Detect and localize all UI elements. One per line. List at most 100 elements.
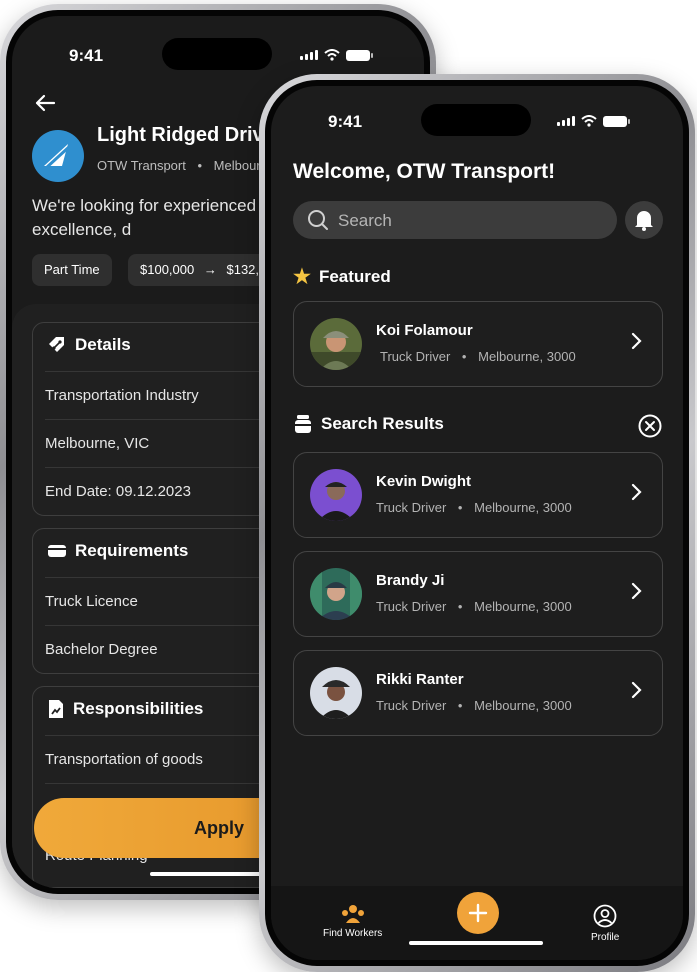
job-company-location: OTW Transport • Melbour bbox=[97, 158, 261, 173]
worker-meta: Truck Driver • Melbourne, 3000 bbox=[380, 349, 576, 364]
separator-dot: • bbox=[197, 158, 203, 173]
nav-find-workers[interactable]: Find Workers bbox=[323, 904, 382, 939]
divider bbox=[45, 625, 293, 626]
detail-industry: Transportation Industry bbox=[45, 387, 199, 404]
profile-icon bbox=[593, 904, 617, 928]
chevron-right-icon bbox=[631, 582, 642, 600]
job-company: OTW Transport bbox=[97, 158, 186, 173]
worker-location: Melbourne, 3000 bbox=[474, 698, 572, 713]
people-icon bbox=[341, 905, 364, 923]
plus-icon bbox=[468, 903, 488, 923]
worker-name: Koi Folamour bbox=[376, 322, 473, 339]
separator-dot: • bbox=[457, 599, 463, 614]
job-title: Light Ridged Driv bbox=[97, 124, 264, 146]
featured-heading: ★ Featured bbox=[293, 264, 391, 289]
job-location: Melbour bbox=[213, 158, 261, 173]
signal-icon bbox=[300, 50, 318, 60]
nav-profile[interactable]: Profile bbox=[591, 904, 619, 943]
back-arrow-icon[interactable] bbox=[34, 94, 56, 112]
separator-dot: • bbox=[461, 349, 467, 364]
details-heading-label: Details bbox=[75, 335, 131, 354]
worker-location: Melbourne, 3000 bbox=[474, 599, 572, 614]
search-workers-screen: 9:41 Welcome, OTW Transport! Search ★ Fe… bbox=[271, 86, 683, 960]
star-icon: ★ bbox=[293, 266, 311, 288]
featured-worker-card[interactable]: Koi Folamour Truck Driver • Melbourne, 3… bbox=[293, 301, 663, 387]
avatar bbox=[310, 318, 362, 370]
worker-name: Kevin Dwight bbox=[376, 473, 472, 490]
worker-card[interactable]: Brandy Ji Truck Driver • Melbourne, 3000 bbox=[293, 551, 663, 637]
worker-location: Melbourne, 3000 bbox=[474, 500, 572, 515]
details-heading: Details bbox=[47, 335, 131, 355]
document-chart-icon bbox=[49, 700, 63, 718]
chevron-right-icon bbox=[631, 483, 642, 501]
worker-meta: Truck Driver • Melbourne, 3000 bbox=[376, 599, 572, 614]
featured-heading-label: Featured bbox=[318, 266, 391, 286]
jar-icon bbox=[295, 415, 311, 433]
status-icons bbox=[557, 115, 630, 127]
requirement-item: Truck Licence bbox=[45, 593, 138, 610]
divider bbox=[45, 419, 293, 420]
divider bbox=[45, 467, 293, 468]
close-circle-icon[interactable] bbox=[638, 414, 662, 438]
avatar bbox=[310, 667, 362, 719]
chevron-right-icon bbox=[631, 681, 642, 699]
search-results-heading-label: Search Results bbox=[321, 414, 444, 433]
card-icon bbox=[48, 545, 66, 557]
separator-dot: • bbox=[457, 500, 463, 515]
worker-meta: Truck Driver • Melbourne, 3000 bbox=[376, 698, 572, 713]
requirements-card: Requirements Truck Licence Bachelor Degr… bbox=[32, 528, 294, 674]
worker-meta: Truck Driver • Melbourne, 3000 bbox=[376, 500, 572, 515]
nav-find-workers-label: Find Workers bbox=[323, 928, 383, 939]
status-icons bbox=[300, 49, 373, 61]
search-workers-phone: 9:41 Welcome, OTW Transport! Search ★ Fe… bbox=[259, 74, 695, 972]
worker-role: Truck Driver bbox=[376, 698, 447, 713]
detail-location: Melbourne, VIC bbox=[45, 435, 150, 452]
salary-min: $100,000 bbox=[140, 262, 195, 277]
divider bbox=[45, 577, 293, 578]
worker-name: Rikki Ranter bbox=[376, 671, 464, 688]
notifications-button[interactable] bbox=[625, 201, 663, 239]
responsibility-item: Transportation of goods bbox=[45, 751, 203, 768]
company-logo bbox=[32, 130, 84, 182]
responsibilities-heading-label: Responsibilities bbox=[73, 699, 204, 718]
welcome-title: Welcome, OTW Transport! bbox=[293, 160, 556, 183]
requirements-heading-label: Requirements bbox=[75, 541, 189, 560]
home-indicator bbox=[409, 941, 543, 945]
avatar bbox=[310, 469, 362, 521]
search-placeholder: Search bbox=[338, 211, 392, 230]
divider bbox=[45, 371, 293, 372]
divider bbox=[45, 735, 293, 736]
worker-role: Truck Driver bbox=[380, 349, 451, 364]
chevron-right-icon bbox=[631, 332, 642, 350]
worker-name: Brandy Ji bbox=[376, 572, 445, 589]
worker-location: Melbourne, 3000 bbox=[478, 349, 576, 364]
worker-role: Truck Driver bbox=[376, 500, 447, 515]
responsibilities-heading: Responsibilities bbox=[47, 699, 203, 719]
apply-button-label: Apply bbox=[194, 818, 245, 838]
chip-employment-type: Part Time bbox=[32, 254, 112, 286]
tag-percent-icon bbox=[49, 337, 64, 352]
battery-icon bbox=[346, 49, 373, 61]
status-time: 9:41 bbox=[328, 112, 363, 131]
divider bbox=[45, 783, 293, 784]
worker-card[interactable]: Rikki Ranter Truck Driver • Melbourne, 3… bbox=[293, 650, 663, 736]
worker-role: Truck Driver bbox=[376, 599, 447, 614]
worker-card[interactable]: Kevin Dwight Truck Driver • Melbourne, 3… bbox=[293, 452, 663, 538]
requirements-heading: Requirements bbox=[47, 541, 188, 561]
dynamic-island bbox=[162, 38, 272, 70]
details-card: Details Transportation Industry Melbourn… bbox=[32, 322, 294, 516]
avatar bbox=[310, 568, 362, 620]
search-input[interactable]: Search bbox=[293, 201, 617, 239]
wifi-icon bbox=[581, 115, 597, 127]
signal-icon bbox=[557, 116, 575, 126]
wifi-icon bbox=[324, 49, 340, 61]
add-button[interactable] bbox=[457, 892, 499, 934]
arrow-right-icon: → bbox=[203, 262, 217, 277]
search-results-heading: Search Results bbox=[293, 414, 444, 434]
detail-end-date: End Date: 09.12.2023 bbox=[45, 483, 191, 500]
battery-icon bbox=[603, 115, 630, 127]
status-time: 9:41 bbox=[69, 46, 104, 65]
requirement-item: Bachelor Degree bbox=[45, 641, 158, 658]
bell-icon bbox=[635, 211, 653, 231]
search-icon bbox=[308, 210, 328, 230]
